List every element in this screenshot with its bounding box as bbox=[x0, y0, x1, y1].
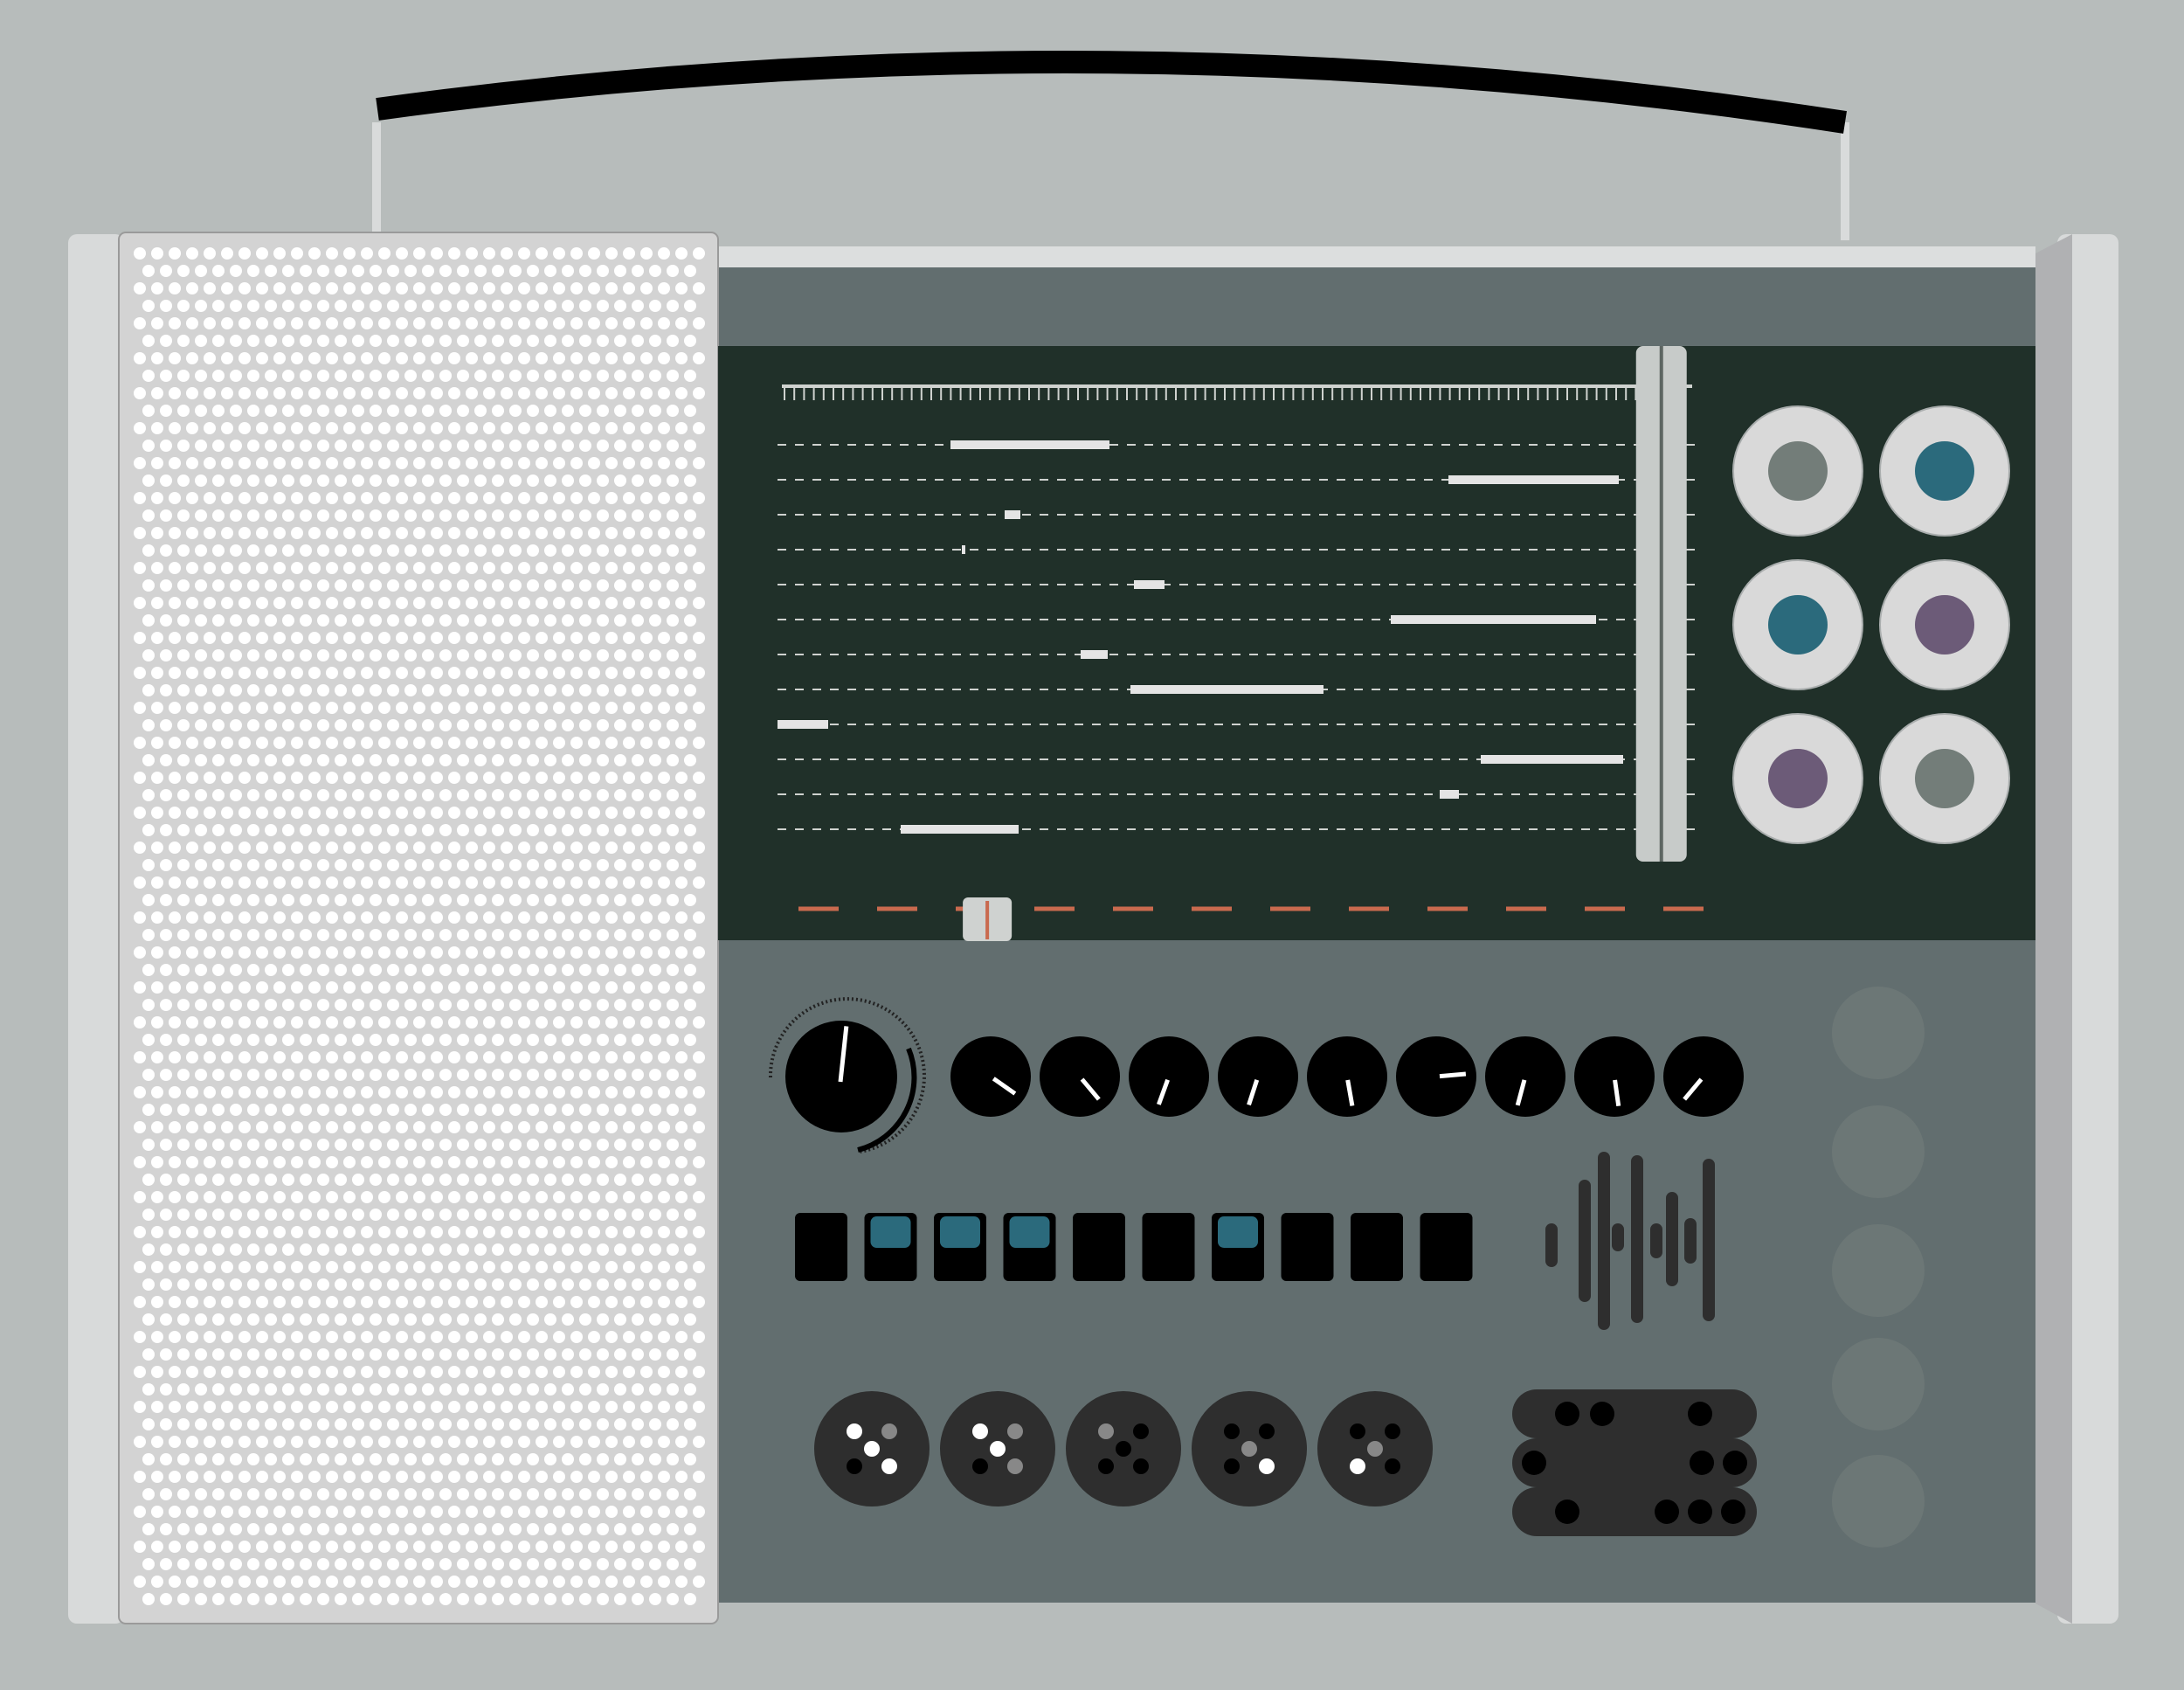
top-strip bbox=[716, 246, 2035, 269]
side-pad[interactable] bbox=[1832, 1455, 1925, 1548]
preset-button[interactable] bbox=[1351, 1213, 1403, 1281]
station-mark bbox=[962, 545, 965, 554]
station-mark bbox=[1448, 475, 1619, 484]
tuning-slider[interactable] bbox=[1635, 346, 1687, 862]
preset-button[interactable] bbox=[1073, 1213, 1125, 1281]
radio-device bbox=[0, 0, 2184, 1690]
radio-illustration bbox=[68, 51, 2118, 1624]
din-socket-icon[interactable] bbox=[814, 1391, 930, 1506]
rotary-knob-icon[interactable] bbox=[1040, 1036, 1120, 1117]
rotary-knob-icon[interactable] bbox=[950, 1036, 1031, 1117]
rotary-knob-icon[interactable] bbox=[1307, 1036, 1387, 1117]
din-socket-icon[interactable] bbox=[1066, 1391, 1181, 1506]
preset-button[interactable] bbox=[1420, 1213, 1473, 1281]
station-mark bbox=[1130, 685, 1324, 694]
preset-button[interactable] bbox=[1212, 1213, 1264, 1281]
jack-row bbox=[814, 1391, 1433, 1506]
station-mark bbox=[1440, 790, 1459, 799]
station-mark bbox=[1134, 580, 1165, 589]
rotary-knob-icon[interactable] bbox=[1396, 1036, 1476, 1117]
scale-line bbox=[782, 384, 1692, 388]
side-pad[interactable] bbox=[1832, 1224, 1925, 1317]
selector-button[interactable] bbox=[1732, 405, 1863, 537]
preset-button[interactable] bbox=[864, 1213, 917, 1281]
station-mark bbox=[778, 720, 828, 729]
station-mark bbox=[1391, 615, 1596, 624]
station-mark bbox=[901, 825, 1019, 834]
station-mark bbox=[1005, 510, 1020, 519]
din-socket-icon[interactable] bbox=[1192, 1391, 1307, 1506]
rotary-knob-icon[interactable] bbox=[1574, 1036, 1655, 1117]
side-pad[interactable] bbox=[1832, 987, 1925, 1079]
selector-button[interactable] bbox=[1879, 713, 2010, 844]
side-pad[interactable] bbox=[1832, 1338, 1925, 1430]
side-pad[interactable] bbox=[1832, 1105, 1925, 1198]
selector-button[interactable] bbox=[1732, 713, 1863, 844]
preset-button[interactable] bbox=[1142, 1213, 1195, 1281]
din-socket-icon[interactable] bbox=[940, 1391, 1055, 1506]
rotary-knob-icon[interactable] bbox=[1129, 1036, 1209, 1117]
preset-button[interactable] bbox=[795, 1213, 847, 1281]
rotary-knob-icon[interactable] bbox=[1485, 1036, 1565, 1117]
rotary-knob-icon[interactable] bbox=[1218, 1036, 1298, 1117]
tuning-display bbox=[718, 346, 2035, 941]
carry-handle-icon[interactable] bbox=[372, 51, 1849, 240]
preset-button[interactable] bbox=[934, 1213, 986, 1281]
selector-button[interactable] bbox=[1879, 559, 2010, 690]
selector-button[interactable] bbox=[1879, 405, 2010, 537]
station-mark bbox=[1481, 755, 1623, 764]
selector-button[interactable] bbox=[1732, 559, 1863, 690]
rotary-knob-icon[interactable] bbox=[1663, 1036, 1744, 1117]
station-mark bbox=[1081, 650, 1108, 659]
knob-row bbox=[950, 1036, 1744, 1117]
preset-button[interactable] bbox=[1281, 1213, 1334, 1281]
station-mark bbox=[950, 440, 1109, 449]
din-socket-icon[interactable] bbox=[1317, 1391, 1433, 1506]
connector-plate-icon bbox=[1512, 1389, 1757, 1536]
preset-button[interactable] bbox=[1003, 1213, 1056, 1281]
dial-pointer-handle[interactable] bbox=[963, 897, 1013, 941]
left-side-rail bbox=[68, 234, 124, 1624]
speaker-grille-icon bbox=[118, 232, 719, 1624]
right-bevel bbox=[2035, 234, 2072, 1624]
